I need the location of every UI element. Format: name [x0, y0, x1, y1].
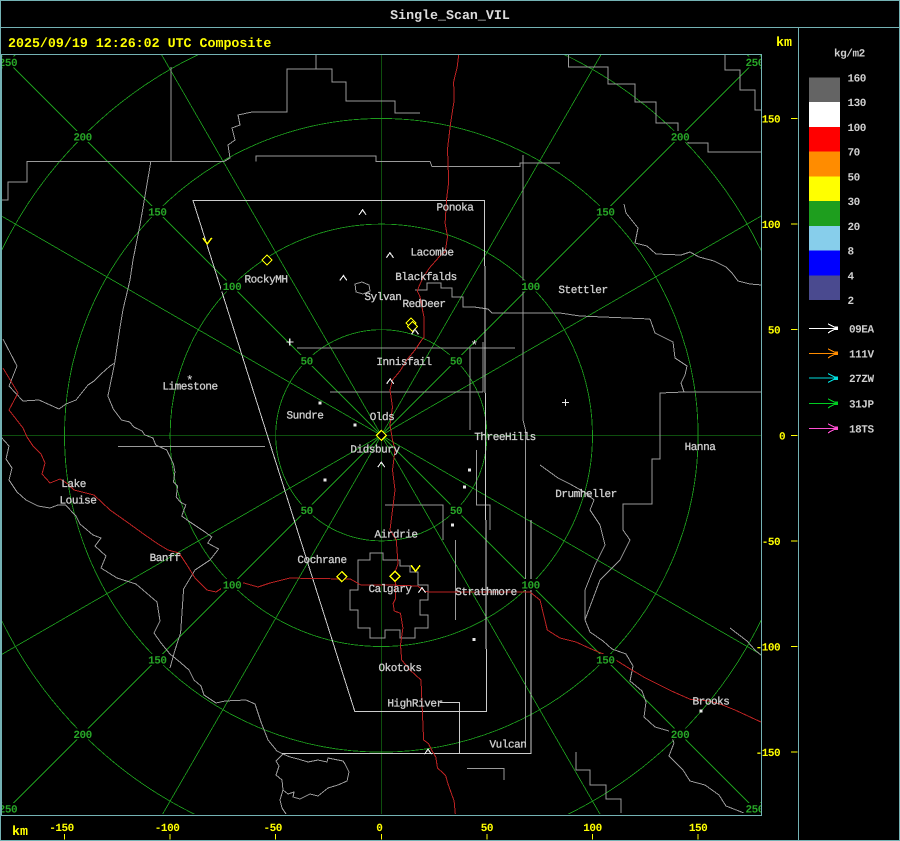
svg-text:4: 4	[848, 271, 855, 283]
svg-text:Brooks: Brooks	[693, 697, 730, 709]
svg-text:Lacombe: Lacombe	[410, 248, 453, 260]
svg-text:Vulcan: Vulcan	[490, 740, 527, 752]
svg-text:100: 100	[583, 823, 601, 835]
svg-text:Sundre: Sundre	[287, 411, 324, 423]
svg-text:100: 100	[521, 581, 539, 593]
svg-text:100: 100	[521, 282, 539, 294]
svg-text:70: 70	[848, 148, 860, 160]
svg-text:HighRiver: HighRiver	[387, 699, 442, 711]
svg-text:-100: -100	[756, 643, 781, 655]
svg-text:150: 150	[689, 823, 707, 835]
svg-text:27ZW: 27ZW	[849, 374, 874, 386]
svg-text:Ponoka: Ponoka	[437, 203, 475, 215]
svg-text:50: 50	[848, 172, 860, 184]
svg-text:-50: -50	[263, 823, 281, 835]
svg-text:-100: -100	[155, 823, 180, 835]
svg-text:RockyMH: RockyMH	[244, 275, 287, 287]
svg-text:Strathmore: Strathmore	[455, 587, 517, 599]
svg-text:160: 160	[848, 73, 866, 85]
svg-text:200: 200	[671, 133, 689, 145]
svg-text:Drumheller: Drumheller	[555, 489, 617, 501]
svg-text:18TS: 18TS	[849, 424, 874, 436]
svg-text:Airdrie: Airdrie	[374, 530, 417, 542]
svg-text:31JP: 31JP	[849, 399, 874, 411]
svg-text:100: 100	[762, 220, 780, 232]
svg-text:Innisfail: Innisfail	[376, 357, 431, 369]
svg-text:150: 150	[596, 207, 614, 219]
svg-text:200: 200	[671, 730, 689, 742]
svg-text:Louise: Louise	[60, 496, 97, 508]
svg-text:Blackfalds: Blackfalds	[395, 272, 457, 284]
svg-text:ThreeHills: ThreeHills	[474, 432, 536, 444]
svg-text:150: 150	[762, 115, 780, 127]
svg-text:09EA: 09EA	[849, 324, 874, 336]
svg-text:100: 100	[223, 581, 241, 593]
svg-text:Olds: Olds	[370, 412, 395, 424]
svg-text:200: 200	[73, 133, 91, 145]
svg-text:200: 200	[73, 730, 91, 742]
svg-text:Calgary: Calgary	[368, 584, 412, 596]
svg-text:-150: -150	[49, 823, 74, 835]
svg-text:50: 50	[481, 823, 493, 835]
svg-text:111V: 111V	[849, 349, 874, 361]
svg-text:-50: -50	[762, 537, 780, 549]
svg-text:50: 50	[768, 326, 780, 338]
svg-text:RedDeer: RedDeer	[402, 299, 445, 311]
svg-text:130: 130	[848, 98, 866, 110]
svg-text:-150: -150	[756, 748, 781, 760]
svg-text:*: *	[471, 339, 478, 354]
svg-text:0: 0	[376, 823, 382, 835]
svg-text:Banff: Banff	[150, 553, 181, 565]
svg-text:50: 50	[300, 357, 312, 369]
svg-text:2: 2	[848, 296, 854, 308]
svg-text:Didsbury: Didsbury	[350, 445, 400, 457]
svg-text:150: 150	[596, 655, 614, 667]
svg-text:50: 50	[450, 357, 462, 369]
svg-text:km: km	[776, 35, 792, 50]
svg-text:100: 100	[223, 282, 241, 294]
svg-text:Stettler: Stettler	[558, 285, 607, 297]
svg-text:0: 0	[779, 431, 785, 443]
svg-text:50: 50	[300, 506, 312, 518]
svg-text:20: 20	[848, 222, 860, 234]
svg-text:Okotoks: Okotoks	[378, 663, 421, 675]
svg-text:30: 30	[848, 197, 860, 209]
svg-text:kg/m2: kg/m2	[834, 49, 865, 61]
svg-text:50: 50	[450, 506, 462, 518]
svg-text:km: km	[12, 824, 28, 839]
svg-text:250: 250	[0, 58, 17, 70]
svg-text:150: 150	[148, 207, 166, 219]
svg-text:8: 8	[848, 247, 855, 259]
svg-text:*: *	[186, 373, 193, 388]
svg-text:2025/09/19 12:26:02 UTC Compos: 2025/09/19 12:26:02 UTC Composite	[8, 36, 271, 51]
svg-text:Lake: Lake	[61, 479, 86, 491]
svg-text:150: 150	[148, 655, 166, 667]
svg-text:Hanna: Hanna	[685, 442, 717, 454]
svg-text:100: 100	[848, 123, 866, 135]
svg-text:Cochrane: Cochrane	[297, 555, 346, 567]
svg-text:Sylvan: Sylvan	[365, 292, 402, 304]
svg-text:Single_Scan_VIL: Single_Scan_VIL	[390, 8, 510, 23]
